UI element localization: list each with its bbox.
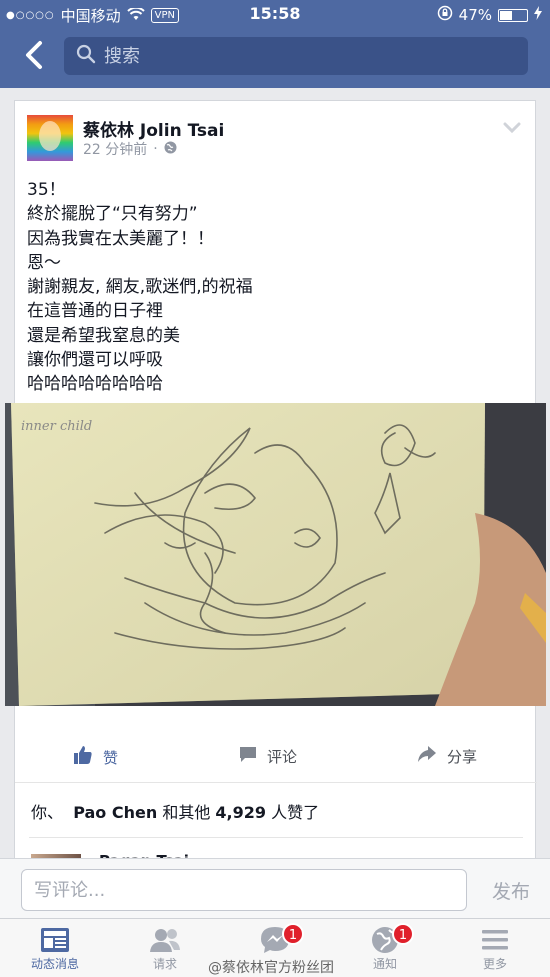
like-label: 赞 [103, 748, 119, 767]
comment-composer: 发布 [0, 858, 550, 918]
battery-percent: 47% [458, 6, 492, 24]
tab-requests[interactable]: 请求 [110, 925, 220, 972]
globe-icon: 1 [330, 923, 440, 955]
post-text: 35！ 終於擺脫了“只有努力” 因為我實在太美麗了！！ 恩～ 謝謝親友, 網友,… [27, 180, 253, 395]
search-bar[interactable] [64, 37, 528, 75]
liker-name[interactable]: Pao Chen [73, 803, 157, 822]
tab-notifications[interactable]: 1 通知 [330, 923, 440, 972]
news-feed-icon [0, 925, 110, 955]
comment-input[interactable] [21, 869, 467, 911]
watermark: @蔡依林官方粉丝团 [208, 960, 334, 976]
comment-button[interactable]: 评论 [239, 745, 297, 767]
tab-label: 动态消息 [30, 957, 79, 971]
status-bar: ●○○○○ 中国移动 VPN 15:58 47% [0, 0, 550, 28]
author-name[interactable]: 蔡依林 Jolin Tsai [83, 116, 224, 141]
post-photo[interactable]: inner child [5, 403, 546, 706]
share-arrow-icon [417, 745, 437, 767]
messenger-icon: 1 [220, 923, 330, 955]
post-meta: 22 分钟前 · [83, 139, 177, 159]
public-globe-icon [164, 141, 177, 158]
thumbs-up-icon [73, 745, 93, 769]
tab-label: 更多 [482, 957, 507, 971]
tab-more[interactable]: 更多 [440, 925, 550, 972]
share-label: 分享 [447, 747, 478, 766]
charging-icon [534, 6, 542, 24]
back-button[interactable] [20, 38, 50, 72]
likes-count: 4,929 [215, 803, 267, 822]
menu-icon [440, 925, 550, 955]
post-card: 蔡依林 Jolin Tsai 22 分钟前 · 35！ 終於擺脫了“只有努力” … [5, 100, 546, 920]
friend-requests-icon [110, 925, 220, 955]
post-actions: 赞 评论 分享 [15, 731, 537, 783]
comment-bubble-icon [239, 745, 257, 767]
top-bar: ●○○○○ 中国移动 VPN 15:58 47% [0, 0, 550, 88]
rotation-lock-icon [437, 5, 453, 25]
search-icon [76, 44, 96, 68]
post-time[interactable]: 22 分钟前 [83, 139, 147, 159]
like-button[interactable]: 赞 [73, 745, 118, 769]
author-avatar[interactable] [27, 115, 73, 161]
comment-label: 评论 [267, 747, 298, 766]
post-comment-button[interactable]: 发布 [492, 877, 530, 904]
likes-summary[interactable]: 你、 Pao Chen 和其他 4,929 人赞了 [31, 799, 319, 823]
tab-news-feed[interactable]: 动态消息 [0, 925, 110, 972]
notifications-badge: 1 [392, 923, 414, 945]
chevron-down-icon[interactable] [503, 119, 521, 138]
messages-badge: 1 [282, 923, 304, 945]
search-input[interactable] [104, 45, 484, 67]
tab-label: 请求 [152, 957, 177, 971]
tab-messages[interactable]: 1 [220, 923, 330, 955]
tab-label: 通知 [372, 957, 397, 971]
battery-icon [498, 8, 528, 22]
photo-caption: inner child [21, 419, 92, 434]
share-button[interactable]: 分享 [417, 745, 477, 767]
